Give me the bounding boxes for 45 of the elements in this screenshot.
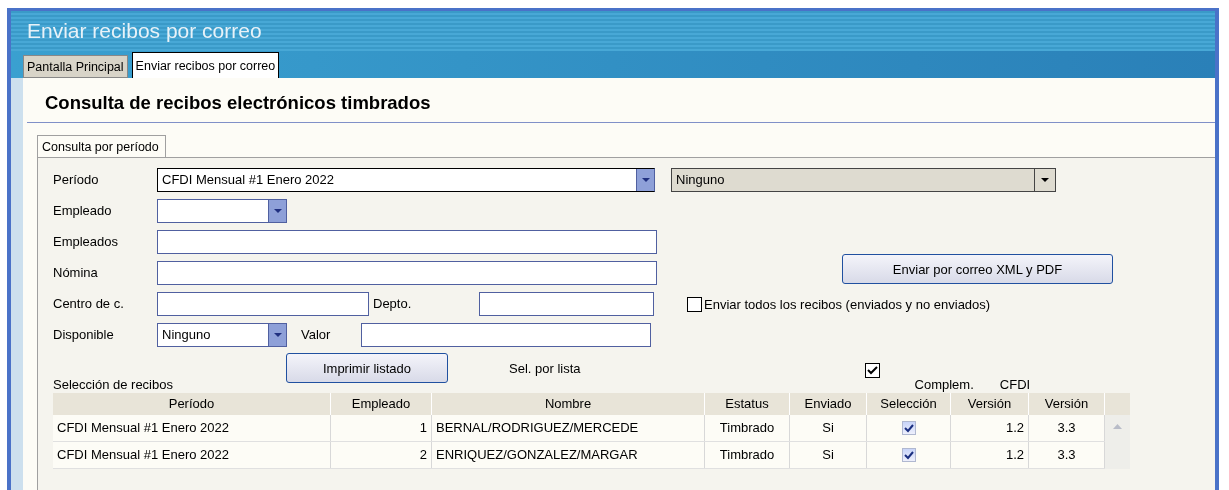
employee-dropdown[interactable]	[157, 198, 287, 223]
window-title: Enviar recibos por correo	[27, 19, 262, 43]
tab[interactable]: Consulta por período	[37, 135, 166, 157]
input-field[interactable]	[157, 260, 657, 285]
field-label: Depto.	[372, 296, 413, 311]
tab[interactable]: Enviar recibos por correo	[131, 52, 280, 78]
table-cell: 1.2	[951, 442, 1029, 468]
table-cell: BERNAL/RODRIGUEZ/MERCEDE	[432, 415, 705, 441]
header-label: Complem.	[914, 377, 974, 392]
table-cell: Timbrado	[705, 442, 790, 468]
checkbox-label: Enviar todos los recibos (enviados y no enviados)	[704, 297, 991, 312]
header-label: CFDI	[999, 377, 1031, 392]
scrollbar[interactable]	[1105, 415, 1130, 469]
table-cell: Si	[790, 415, 867, 441]
select-by-list-label: Sel. por lista	[509, 361, 581, 376]
field-label: Centro de c.	[53, 296, 125, 311]
field-label: Empleado	[53, 203, 113, 218]
input-field[interactable]	[157, 291, 369, 316]
field-label: Valor	[300, 327, 332, 342]
checkbox[interactable]	[864, 363, 880, 378]
field-label: Disponible	[53, 327, 115, 342]
table-cell: CFDI Mensual #1 Enero 2022	[53, 442, 331, 468]
available-dropdown[interactable]: Ninguno	[157, 322, 287, 347]
checkbox[interactable]	[901, 448, 916, 462]
table-cell: 1.2	[951, 415, 1029, 441]
input-field[interactable]	[361, 322, 651, 347]
input-field[interactable]	[479, 291, 654, 316]
field-label: Empleados	[53, 234, 120, 249]
field-label: Nómina	[53, 265, 99, 280]
input-field[interactable]	[157, 229, 657, 254]
table-cell: 2	[331, 442, 432, 468]
period-dropdown[interactable]: CFDI Mensual #1 Enero 2022	[157, 167, 655, 192]
table-cell: Si	[790, 442, 867, 468]
table-cell: ENRIQUEZ/GONZALEZ/MARGAR	[432, 442, 705, 468]
field-label: Período	[53, 172, 100, 187]
table-cell: Timbrado	[705, 415, 790, 441]
page-heading: Consulta de recibos electrónicos timbrados	[44, 91, 432, 115]
tab[interactable]: Pantalla Principal	[23, 55, 128, 78]
table-cell: 1	[331, 415, 432, 441]
table-caption: Selección de recibos	[53, 377, 174, 392]
checkbox[interactable]	[687, 297, 702, 312]
checkbox[interactable]	[901, 421, 916, 435]
print-list-button[interactable]: Imprimir listado	[286, 353, 448, 383]
send-email-button[interactable]: Enviar por correo XML y PDF	[842, 254, 1113, 284]
table-cell: CFDI Mensual #1 Enero 2022	[53, 415, 331, 441]
